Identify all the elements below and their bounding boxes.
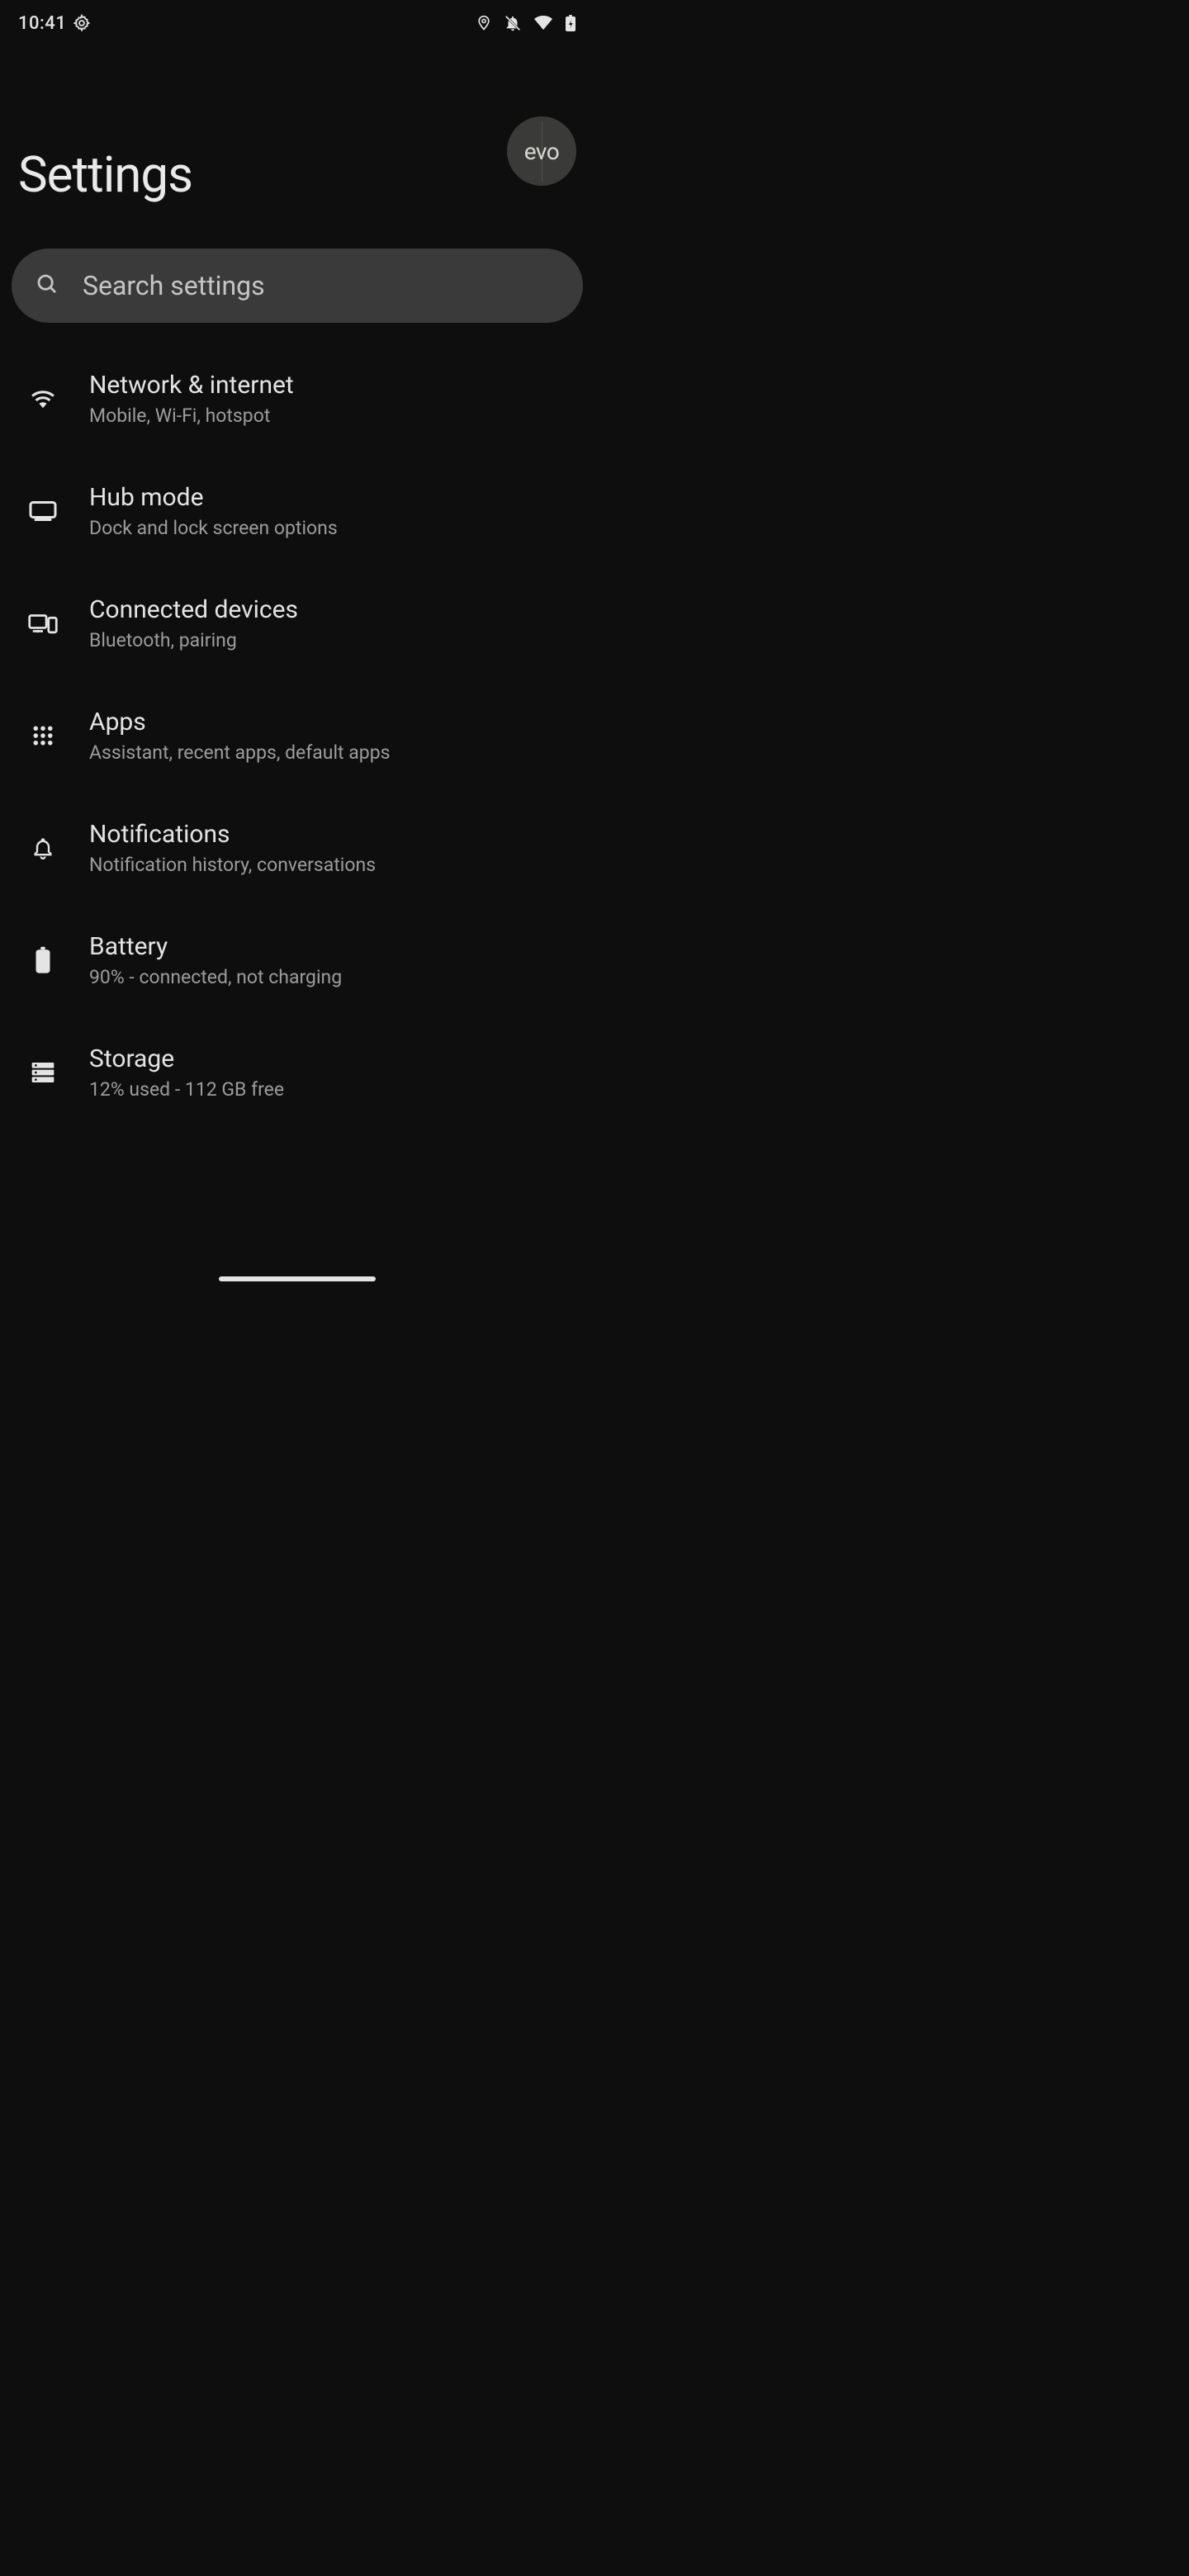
status-left: 10:41 bbox=[18, 13, 91, 34]
status-right bbox=[476, 14, 576, 32]
setting-title: Notifications bbox=[89, 820, 570, 849]
setting-title: Network & internet bbox=[89, 371, 570, 400]
setting-subtitle: 12% used - 112 GB free bbox=[89, 1078, 570, 1101]
gear-icon bbox=[73, 14, 91, 32]
apps-grid-icon bbox=[26, 719, 59, 752]
search-icon bbox=[35, 272, 59, 300]
setting-item-network[interactable]: Network & internet Mobile, Wi-Fi, hotspo… bbox=[0, 343, 594, 455]
status-time: 10:41 bbox=[18, 13, 66, 34]
setting-title: Battery bbox=[89, 932, 570, 961]
nav-handle[interactable] bbox=[219, 1276, 376, 1281]
setting-item-connected[interactable]: Connected devices Bluetooth, pairing bbox=[0, 567, 594, 680]
storage-icon bbox=[26, 1056, 59, 1089]
header: evo Settings bbox=[0, 46, 594, 237]
setting-item-storage[interactable]: Storage 12% used - 112 GB free bbox=[0, 1016, 594, 1129]
setting-item-battery[interactable]: Battery 90% - connected, not charging bbox=[0, 904, 594, 1016]
setting-subtitle: Dock and lock screen options bbox=[89, 517, 570, 539]
setting-title: Apps bbox=[89, 708, 570, 736]
search-bar[interactable]: Search settings bbox=[12, 249, 583, 323]
battery-icon bbox=[565, 14, 576, 32]
battery-icon bbox=[26, 944, 59, 977]
wifi-icon bbox=[26, 382, 59, 415]
setting-item-notifications[interactable]: Notifications Notification history, conv… bbox=[0, 792, 594, 904]
devices-icon bbox=[26, 607, 59, 640]
setting-subtitle: Notification history, conversations bbox=[89, 854, 570, 876]
setting-subtitle: 90% - connected, not charging bbox=[89, 966, 570, 988]
search-placeholder: Search settings bbox=[83, 270, 265, 301]
setting-item-hub[interactable]: Hub mode Dock and lock screen options bbox=[0, 455, 594, 567]
settings-list: Network & internet Mobile, Wi-Fi, hotspo… bbox=[0, 323, 594, 1129]
setting-item-apps[interactable]: Apps Assistant, recent apps, default app… bbox=[0, 680, 594, 792]
wifi-icon bbox=[533, 15, 553, 31]
bell-icon bbox=[26, 831, 59, 864]
setting-title: Storage bbox=[89, 1044, 570, 1073]
tv-icon bbox=[26, 495, 59, 528]
page-title: Settings bbox=[18, 145, 576, 204]
setting-subtitle: Assistant, recent apps, default apps bbox=[89, 741, 570, 764]
setting-subtitle: Mobile, Wi-Fi, hotspot bbox=[89, 405, 570, 427]
setting-title: Hub mode bbox=[89, 483, 570, 512]
dnd-icon bbox=[504, 14, 522, 32]
setting-title: Connected devices bbox=[89, 595, 570, 624]
avatar[interactable]: evo bbox=[507, 116, 576, 186]
setting-subtitle: Bluetooth, pairing bbox=[89, 629, 570, 651]
avatar-text: evo bbox=[524, 138, 560, 165]
location-icon bbox=[476, 15, 492, 31]
status-bar: 10:41 bbox=[0, 0, 594, 46]
